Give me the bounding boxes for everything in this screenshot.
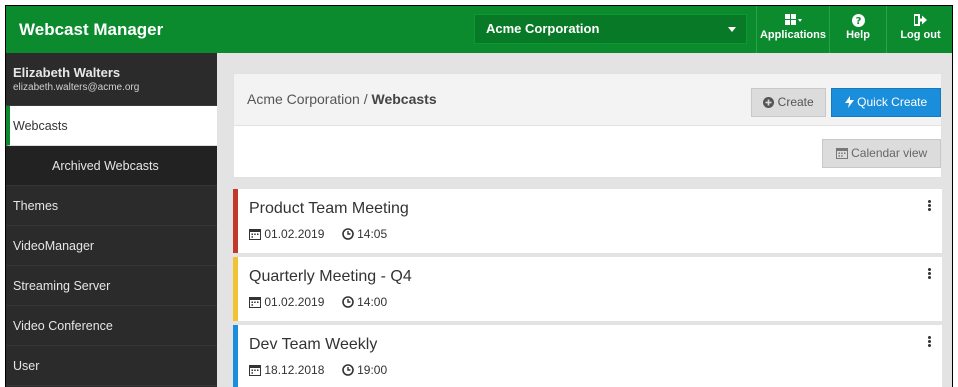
webcast-date: 01.02.2019 [264, 227, 325, 241]
calendar-icon [835, 146, 851, 160]
webcast-title: Quarterly Meeting - Q4 [249, 268, 412, 285]
applications-button[interactable]: Applications [756, 6, 829, 53]
sidebar-item-video-conference[interactable]: Video Conference [6, 306, 217, 346]
webcast-meta: 18.12.2018 19:00 [249, 363, 387, 377]
webcast-title: Product Team Meeting [249, 200, 409, 217]
tenant-select-value: Acme Corporation [486, 21, 600, 36]
plus-circle-icon [763, 95, 777, 109]
applications-label: Applications [759, 29, 826, 41]
quick-create-label: Quick Create [857, 95, 928, 109]
clock-icon [341, 363, 357, 377]
webcast-title: Dev Team Weekly [249, 336, 378, 353]
grid-icon [757, 14, 829, 28]
calendar-icon [249, 295, 264, 309]
quick-create-button[interactable]: Quick Create [831, 88, 941, 117]
calendar-icon [249, 227, 264, 241]
sidebar: Elizabeth Walters elizabeth.walters@acme… [6, 53, 217, 387]
sidebar-item-videomanager[interactable]: VideoManager [6, 226, 217, 266]
toolbar: Calendar view [233, 126, 942, 178]
user-info: Elizabeth Walters elizabeth.walters@acme… [6, 53, 217, 106]
user-name: Elizabeth Walters [13, 65, 121, 80]
sidebar-item-user[interactable]: User [6, 346, 217, 386]
caret-down-icon [728, 27, 736, 32]
sidebar-item-streaming-server[interactable]: Streaming Server [6, 266, 217, 306]
webcast-date: 01.02.2019 [264, 295, 325, 309]
webcast-meta: 01.02.2019 14:00 [249, 295, 387, 309]
sidebar-item-archived-webcasts[interactable]: Archived Webcasts [6, 146, 217, 186]
create-button[interactable]: Create [751, 88, 826, 117]
webcast-date: 18.12.2018 [264, 363, 325, 377]
sign-out-icon [887, 14, 952, 28]
logout-label: Log out [900, 29, 941, 41]
clock-icon [341, 295, 357, 309]
webcast-card[interactable]: Dev Team Weekly 18.12.2018 19:00 [233, 325, 942, 387]
webcast-card[interactable]: Quarterly Meeting - Q4 01.02.2019 14:00 [233, 257, 942, 321]
breadcrumb-separator: / [359, 91, 372, 107]
app-frame: Webcast Manager Acme Corporation Applica… [5, 5, 953, 387]
breadcrumb: Acme Corporation / Webcasts [247, 74, 437, 125]
logout-button[interactable]: Log out [886, 6, 952, 53]
user-email: elizabeth.walters@acme.org [13, 82, 140, 93]
main-content: Acme Corporation / Webcasts Create Quick… [217, 53, 952, 387]
sidebar-item-themes[interactable]: Themes [6, 186, 217, 226]
more-options-icon[interactable] [924, 267, 934, 283]
app-title: Webcast Manager [19, 20, 164, 39]
question-icon: ? [830, 14, 886, 28]
calendar-view-label: Calendar view [851, 146, 928, 160]
bolt-icon [844, 95, 857, 109]
webcast-time: 14:00 [357, 295, 388, 309]
create-label: Create [777, 95, 814, 109]
sidebar-item-webcasts[interactable]: Webcasts [6, 106, 217, 146]
page-header: Acme Corporation / Webcasts Create Quick… [233, 73, 942, 126]
webcast-meta: 01.02.2019 14:05 [249, 227, 387, 241]
svg-text:?: ? [855, 16, 861, 27]
webcast-time: 19:00 [357, 363, 388, 377]
webcast-time: 14:05 [357, 227, 388, 241]
calendar-icon [249, 363, 264, 377]
more-options-icon[interactable] [924, 335, 934, 351]
help-button[interactable]: ? Help [829, 6, 886, 53]
top-bar: Webcast Manager Acme Corporation Applica… [6, 6, 952, 53]
more-options-icon[interactable] [924, 199, 934, 215]
calendar-view-button[interactable]: Calendar view [822, 139, 941, 168]
help-label: Help [846, 29, 870, 41]
clock-icon [341, 227, 357, 241]
breadcrumb-parent[interactable]: Acme Corporation [247, 91, 360, 107]
webcast-card[interactable]: Product Team Meeting 01.02.2019 14:05 [233, 189, 942, 253]
tenant-select[interactable]: Acme Corporation [474, 14, 747, 44]
breadcrumb-current: Webcasts [371, 91, 437, 107]
